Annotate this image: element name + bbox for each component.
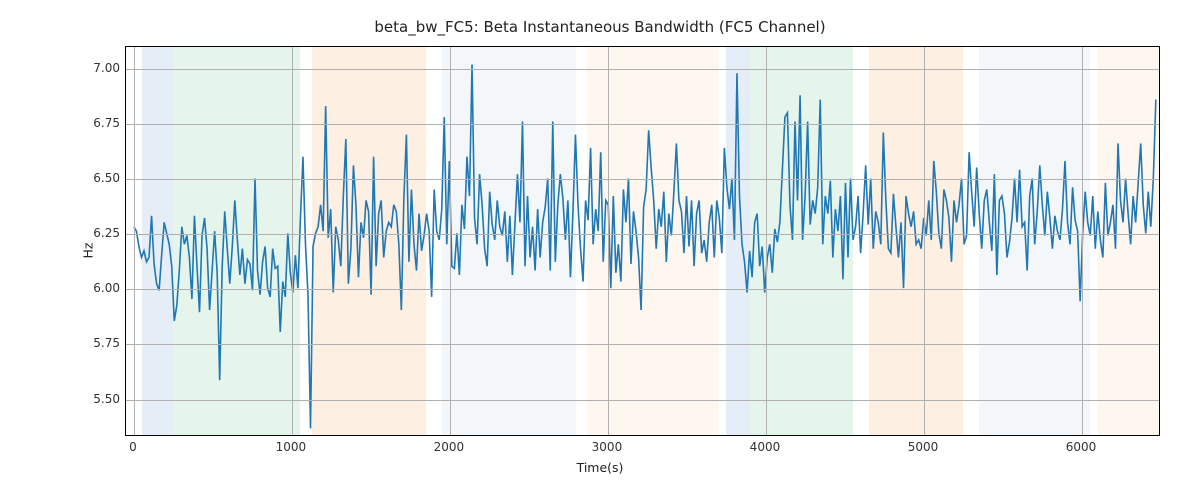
x-tick-label: 0 bbox=[129, 440, 137, 454]
grid-line bbox=[126, 234, 1159, 235]
y-tick-label: 6.75 bbox=[93, 116, 120, 130]
x-tick-label: 2000 bbox=[434, 440, 465, 454]
y-tick-label: 5.50 bbox=[93, 392, 120, 406]
grid-line bbox=[126, 289, 1159, 290]
y-tick-label: 6.25 bbox=[93, 226, 120, 240]
y-tick-label: 5.75 bbox=[93, 336, 120, 350]
grid-line bbox=[126, 179, 1159, 180]
y-tick-label: 6.00 bbox=[93, 281, 120, 295]
x-tick-label: 6000 bbox=[1066, 440, 1097, 454]
grid-line bbox=[126, 124, 1159, 125]
x-tick-label: 5000 bbox=[908, 440, 939, 454]
grid-line bbox=[134, 47, 135, 435]
grid-line bbox=[1082, 47, 1083, 435]
grid-line bbox=[126, 400, 1159, 401]
x-tick-label: 3000 bbox=[592, 440, 623, 454]
x-tick-label: 4000 bbox=[750, 440, 781, 454]
plot-area bbox=[125, 46, 1160, 436]
grid-line bbox=[126, 344, 1159, 345]
line-path bbox=[134, 65, 1156, 429]
grid-line bbox=[608, 47, 609, 435]
grid-line bbox=[126, 69, 1159, 70]
grid-line bbox=[450, 47, 451, 435]
y-tick-label: 6.50 bbox=[93, 171, 120, 185]
grid-line bbox=[766, 47, 767, 435]
x-tick-label: 1000 bbox=[276, 440, 307, 454]
chart-title: beta_bw_FC5: Beta Instantaneous Bandwidt… bbox=[0, 18, 1200, 36]
grid-line bbox=[924, 47, 925, 435]
figure: beta_bw_FC5: Beta Instantaneous Bandwidt… bbox=[0, 0, 1200, 500]
grid-line bbox=[292, 47, 293, 435]
line-series bbox=[126, 47, 1159, 435]
y-tick-label: 7.00 bbox=[93, 61, 120, 75]
x-axis-label: Time(s) bbox=[0, 460, 1200, 475]
